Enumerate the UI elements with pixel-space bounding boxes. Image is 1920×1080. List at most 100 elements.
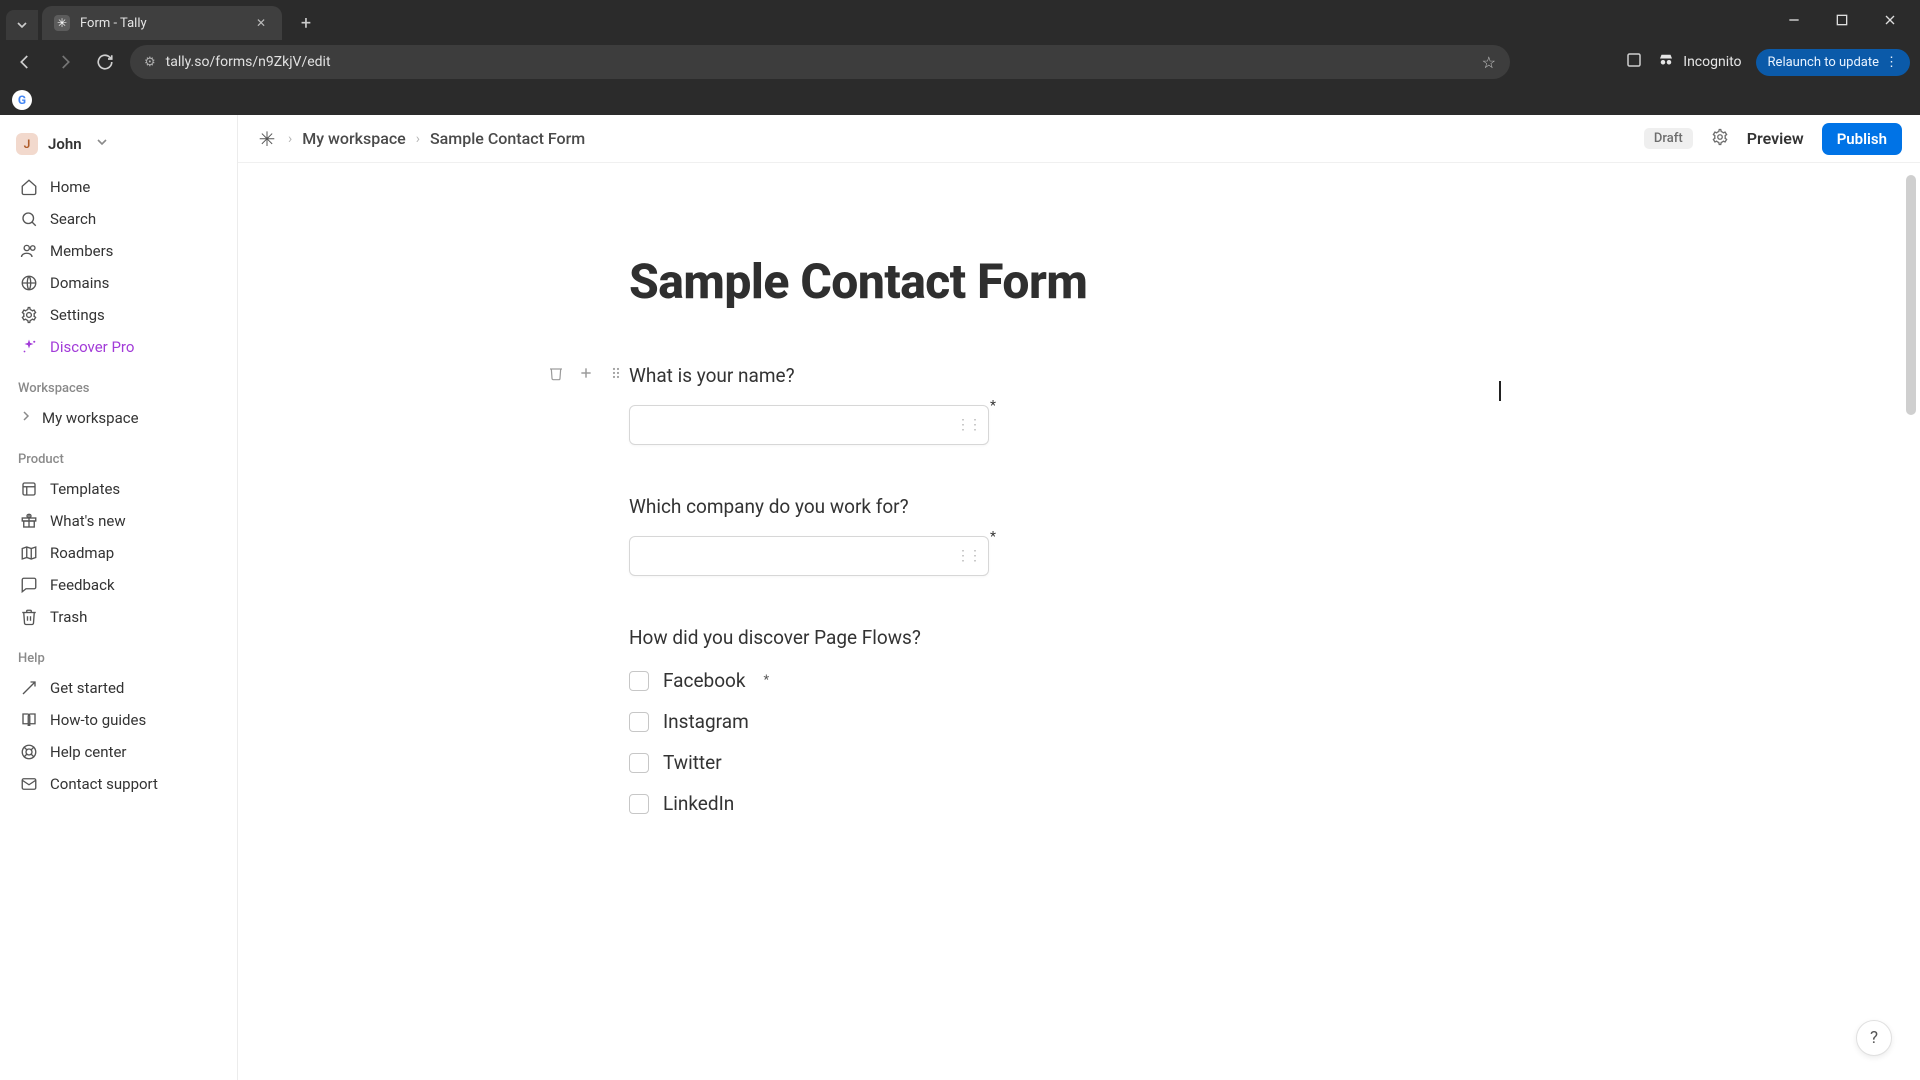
text-input[interactable]: ⋮⋮ [629, 536, 989, 576]
forward-button[interactable] [50, 47, 80, 77]
sidebar-item-search[interactable]: Search [14, 203, 227, 235]
tab-menu-dropdown[interactable] [6, 10, 38, 40]
scrollbar-thumb[interactable] [1906, 175, 1916, 415]
sidebar-item-label: Roadmap [50, 544, 114, 562]
trash-icon [20, 608, 38, 626]
relaunch-button[interactable]: Relaunch to update ⋮ [1756, 49, 1910, 76]
sidebar-item-whats-new[interactable]: What's new [14, 505, 227, 537]
checkbox-input[interactable] [629, 753, 649, 773]
checkbox-option[interactable]: LinkedIn [629, 792, 1529, 815]
question-block[interactable]: How did you discover Page Flows? Faceboo… [629, 626, 1529, 815]
reload-button[interactable] [90, 47, 120, 77]
sidebar-item-get-started[interactable]: Get started [14, 672, 227, 704]
address-bar[interactable]: ⚙ tally.so/forms/n9ZkjV/edit ☆ [130, 45, 1510, 79]
browser-tab[interactable]: ✳ Form - Tally ✕ [42, 6, 282, 40]
sidebar-item-label: Contact support [50, 775, 158, 793]
product-heading: Product [18, 452, 223, 467]
globe-icon [20, 274, 38, 292]
back-button[interactable] [10, 47, 40, 77]
sidebar-item-help-center[interactable]: Help center [14, 736, 227, 768]
settings-gear-button[interactable] [1711, 128, 1729, 150]
checkbox-option[interactable]: Twitter [629, 751, 1529, 774]
templates-icon [20, 480, 38, 498]
breadcrumb-form[interactable]: Sample Contact Form [430, 129, 585, 148]
required-marker: * [990, 398, 996, 414]
sidebar-item-domains[interactable]: Domains [14, 267, 227, 299]
vertical-scrollbar[interactable] [1904, 169, 1918, 1074]
form-title[interactable]: Sample Contact Form [629, 253, 1529, 310]
block-tools [545, 362, 627, 384]
sidebar-item-templates[interactable]: Templates [14, 473, 227, 505]
site-settings-icon[interactable]: ⚙ [144, 55, 156, 70]
close-window-button[interactable] [1868, 4, 1912, 36]
checkbox-input[interactable] [629, 712, 649, 732]
sidebar-item-trash[interactable]: Trash [14, 601, 227, 633]
sidebar-item-contact-support[interactable]: Contact support [14, 768, 227, 800]
minimize-window-button[interactable] [1772, 4, 1816, 36]
breadcrumb-workspace[interactable]: My workspace [302, 129, 406, 148]
checkbox-input[interactable] [629, 794, 649, 814]
text-input[interactable]: ⋮⋮ [629, 405, 989, 445]
resize-handle-icon[interactable]: ⋮⋮ [956, 548, 980, 564]
avatar: J [16, 133, 38, 155]
main: ✳ › My workspace › Sample Contact Form D… [238, 115, 1920, 1080]
relaunch-menu-icon: ⋮ [1885, 55, 1898, 70]
compass-icon [20, 679, 38, 697]
sidebar-item-feedback[interactable]: Feedback [14, 569, 227, 601]
question-label[interactable]: Which company do you work for? [629, 495, 1529, 518]
new-tab-button[interactable]: + [292, 9, 320, 37]
preview-button[interactable]: Preview [1747, 129, 1804, 148]
breadcrumb-separator-icon: › [288, 131, 292, 147]
bookmark-star-icon[interactable]: ☆ [1482, 53, 1496, 72]
incognito-chip[interactable]: Incognito [1657, 51, 1741, 73]
sidebar-item-label: Discover Pro [50, 338, 134, 356]
sidebar-item-label: Help center [50, 743, 126, 761]
required-marker: * [764, 673, 770, 688]
checkbox-input[interactable] [629, 671, 649, 691]
add-block-button[interactable] [575, 362, 597, 384]
maximize-window-button[interactable] [1820, 4, 1864, 36]
lifebuoy-icon [20, 743, 38, 761]
sidebar-item-label: Get started [50, 679, 124, 697]
sidebar-item-label: Trash [50, 608, 87, 626]
book-icon [20, 711, 38, 729]
workspaces-heading: Workspaces [18, 381, 223, 396]
question-block[interactable]: What is your name? ⋮⋮ * [629, 364, 1529, 445]
sidebar-item-members[interactable]: Members [14, 235, 227, 267]
favicon-icon: ✳ [54, 15, 70, 31]
publish-button[interactable]: Publish [1822, 123, 1902, 155]
sidebar-item-home[interactable]: Home [14, 171, 227, 203]
question-label[interactable]: How did you discover Page Flows? [629, 626, 1529, 649]
sidebar-item-settings[interactable]: Settings [14, 299, 227, 331]
option-label: LinkedIn [663, 792, 734, 815]
option-label: Facebook [663, 669, 746, 692]
sidebar-item-label: Search [50, 210, 96, 228]
question-label[interactable]: What is your name? [629, 364, 1529, 387]
home-icon [20, 178, 38, 196]
checkbox-option[interactable]: Instagram [629, 710, 1529, 733]
drag-handle-icon[interactable] [605, 362, 627, 384]
bookmark-google-icon[interactable]: G [12, 90, 32, 110]
checkbox-option[interactable]: Facebook * [629, 669, 1529, 692]
resize-handle-icon[interactable]: ⋮⋮ [956, 417, 980, 433]
sidebar-item-discover-pro[interactable]: Discover Pro [14, 331, 227, 363]
question-block[interactable]: Which company do you work for? ⋮⋮ * [629, 495, 1529, 576]
question-mark-icon: ? [1870, 1028, 1878, 1048]
extensions-icon[interactable] [1625, 51, 1643, 73]
sidebar-item-label: What's new [50, 512, 126, 530]
required-marker: * [990, 529, 996, 545]
workspace-row[interactable]: My workspace [14, 402, 227, 434]
delete-block-button[interactable] [545, 362, 567, 384]
sidebar-item-how-to-guides[interactable]: How-to guides [14, 704, 227, 736]
search-icon [20, 210, 38, 228]
sidebar-item-label: Domains [50, 274, 109, 292]
close-tab-button[interactable]: ✕ [252, 12, 270, 34]
help-fab-button[interactable]: ? [1856, 1020, 1892, 1056]
sidebar-item-roadmap[interactable]: Roadmap [14, 537, 227, 569]
form-canvas[interactable]: Sample Contact Form What is your name? ⋮… [238, 163, 1920, 1080]
members-icon [20, 242, 38, 260]
user-switcher[interactable]: J John [16, 133, 225, 155]
tab-title: Form - Tally [80, 16, 147, 31]
sidebar-item-label: Settings [50, 306, 105, 324]
logo-icon[interactable]: ✳ [256, 128, 278, 150]
